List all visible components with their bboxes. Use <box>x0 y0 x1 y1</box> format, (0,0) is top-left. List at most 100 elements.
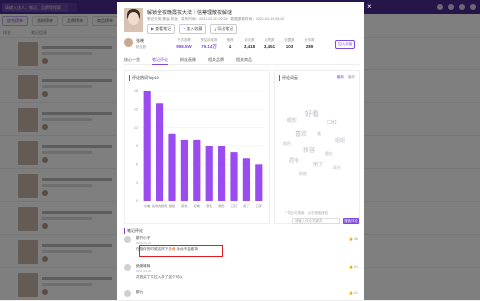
commenter-name[interactable]: 那九 <box>136 290 143 295</box>
hot-words-chart-panel: 评论热词Top10 0 3 6 9 12 15 18 好看 喜欢的颜色 姐姐 颜色 好看 眉毛 眼影 口红用… <box>124 70 270 224</box>
stat-label: 推荐 <box>226 38 234 42</box>
play-icon: ▶ <box>151 26 155 31</box>
word-cloud-word[interactable]: 妆容 <box>303 145 315 154</box>
tab-products[interactable]: 相关商品 <box>236 57 252 65</box>
highlighted-comment-box <box>139 245 223 257</box>
word-cloud-title: 评论词云 <box>279 75 298 81</box>
stat-item: 预估阅读数 79.14万 <box>198 37 220 50</box>
detail-tabs: 核心一览 笔记评论 粉丝画像 相关品牌 相关商品 <box>124 57 360 65</box>
tab-fans-profile[interactable]: 粉丝画像 <box>180 57 196 65</box>
comments-section-title: 笔记评论 <box>124 228 143 234</box>
stat-value: 3,418 <box>243 44 256 49</box>
word-cloud-word[interactable]: 粉底 <box>299 171 307 177</box>
chart-bar[interactable] <box>242 158 250 201</box>
avatar[interactable] <box>124 264 131 271</box>
y-tick-label: 12 <box>134 126 138 130</box>
chart-bar[interactable] <box>180 139 188 201</box>
stat-item: 评论数 3,418 <box>240 37 259 50</box>
stat-label: 点赞数 <box>264 38 275 42</box>
avatar[interactable] <box>124 38 133 47</box>
x-tick-label: 好看 <box>144 203 150 208</box>
stat-value: 103 <box>285 44 294 49</box>
add-favorite-button[interactable]: +加入收藏 <box>179 24 207 34</box>
chart-bar[interactable] <box>156 103 164 201</box>
word-cloud-word[interactable]: 眉毛 <box>289 157 299 164</box>
stat-value: 3,451 <box>263 44 276 49</box>
x-tick-label: 喜欢的颜色 <box>152 203 167 208</box>
x-tick-label: 眉毛 <box>206 203 212 208</box>
stat-value: 4 <box>228 44 232 49</box>
stat-label: 评论数 <box>244 38 255 42</box>
stat-label: 分享数 <box>304 38 315 42</box>
x-tick-label: 眼影 <box>219 203 225 208</box>
x-tick-label: 好看 <box>194 203 200 208</box>
note-cover-image <box>124 8 143 32</box>
tab-overview[interactable]: 核心一览 <box>124 57 140 65</box>
thumbs-up-icon: 👍 <box>348 265 353 269</box>
tab-comments[interactable]: 笔记评论 <box>152 57 168 65</box>
y-tick-label: 6 <box>136 163 138 167</box>
word-cloud-panel: 评论词云 最新 最热 好看眼影 口红喜欢 美姐姐颜色妆容腮红眉毛用了高光粉底 * 词… <box>274 70 360 224</box>
word-cloud-word[interactable]: 高光 <box>333 165 341 171</box>
hot-words-bar-chart: 0369121518好看 喜欢的颜色 姐姐 颜色 好看 眉毛 眼影 口红 用了 口罩 <box>134 89 265 208</box>
view-note-button[interactable]: ▶查看笔记 <box>147 24 176 34</box>
word-cloud-word[interactable]: 美 <box>317 131 321 137</box>
y-tick-label: 3 <box>136 181 138 185</box>
thumbs-up-icon: 👍 <box>348 291 353 295</box>
word-cloud-word[interactable]: 颜色 <box>283 141 291 147</box>
chart-bar[interactable] <box>168 133 176 201</box>
comment-time: 2021-03-22 <box>136 269 152 273</box>
view-note-label: 查看笔记 <box>155 26 172 31</box>
thumbs-up-icon: 👍 <box>348 237 353 241</box>
x-tick-label: 口罩 <box>256 203 262 208</box>
tab-brands[interactable]: 相关品牌 <box>208 57 224 65</box>
stat-item: 分享数 289 <box>300 37 319 50</box>
chart-bar[interactable] <box>218 146 226 201</box>
y-tick-label: 18 <box>134 89 138 93</box>
word-cloud-word[interactable]: 腮红 <box>325 151 333 157</box>
word-cloud-word[interactable]: 眼影 <box>287 117 297 124</box>
word-cloud-word[interactable]: 姐姐 <box>335 137 345 144</box>
sort-hottest-link[interactable]: 最热 <box>348 75 355 80</box>
chart-bar[interactable] <box>193 139 201 201</box>
comment-search-input[interactable]: 请输入评论关键词 <box>292 218 340 224</box>
close-icon[interactable]: × <box>367 3 372 11</box>
avatar[interactable] <box>124 236 131 243</box>
x-tick-label: 姐姐 <box>169 203 175 208</box>
stat-label: 千次观看 <box>177 38 191 42</box>
word-cloud-sort: 最新 最热 <box>337 75 355 80</box>
word-cloud-word[interactable]: 用了 <box>313 161 323 168</box>
chart-bar[interactable] <box>230 152 238 201</box>
stat-item: 点赞数 3,451 <box>260 37 279 50</box>
comment-like-count: 48 <box>354 237 358 241</box>
export-note-label: 导出笔记 <box>217 26 234 31</box>
note-title: 解锁全妆晚霞妆大法｜信蒂理散妆解谜 <box>147 10 233 16</box>
y-tick-label: 15 <box>134 108 138 112</box>
add-favorite-label: 加入收藏 <box>186 26 203 31</box>
avatar[interactable] <box>124 290 131 297</box>
x-tick-label: 颜色 <box>181 203 187 208</box>
chart-bar[interactable] <box>143 91 151 201</box>
comment-search-button[interactable]: 搜索评论 <box>343 218 359 224</box>
stat-label: 预估阅读数 <box>200 38 218 42</box>
chart-bar[interactable] <box>205 146 213 201</box>
x-tick-label: 口红 <box>231 203 237 208</box>
stat-value: 79.14万 <box>201 44 217 49</box>
comment-likes: 👍 41 <box>349 291 358 295</box>
y-tick-label: 9 <box>136 144 138 148</box>
word-cloud-note: * 词云可搜索，点击搜索按钮 <box>285 211 328 215</box>
word-cloud-word[interactable]: 好看 <box>305 109 319 119</box>
chart-bar[interactable] <box>255 164 263 201</box>
stat-label: 收藏数 <box>284 38 295 42</box>
comment-like-count: 41 <box>354 291 358 295</box>
export-note-button[interactable]: ⤓导出笔记 <box>210 24 238 34</box>
sort-latest-link[interactable]: 最新 <box>337 75 344 80</box>
note-stats: 千次观看 958.5W 预估阅读数 79.14万 推荐 4 评论数 3,418 … <box>173 37 320 50</box>
y-tick-label: 0 <box>136 199 138 203</box>
join-button[interactable]: 加入对接 <box>335 40 356 49</box>
word-cloud-word[interactable]: 口红 <box>327 119 337 126</box>
comment-like-count: 51 <box>354 265 358 269</box>
stat-value: 958.5W <box>176 44 192 49</box>
stat-item: 推荐 4 <box>223 37 237 50</box>
word-cloud-word[interactable]: 喜欢 <box>295 129 307 138</box>
